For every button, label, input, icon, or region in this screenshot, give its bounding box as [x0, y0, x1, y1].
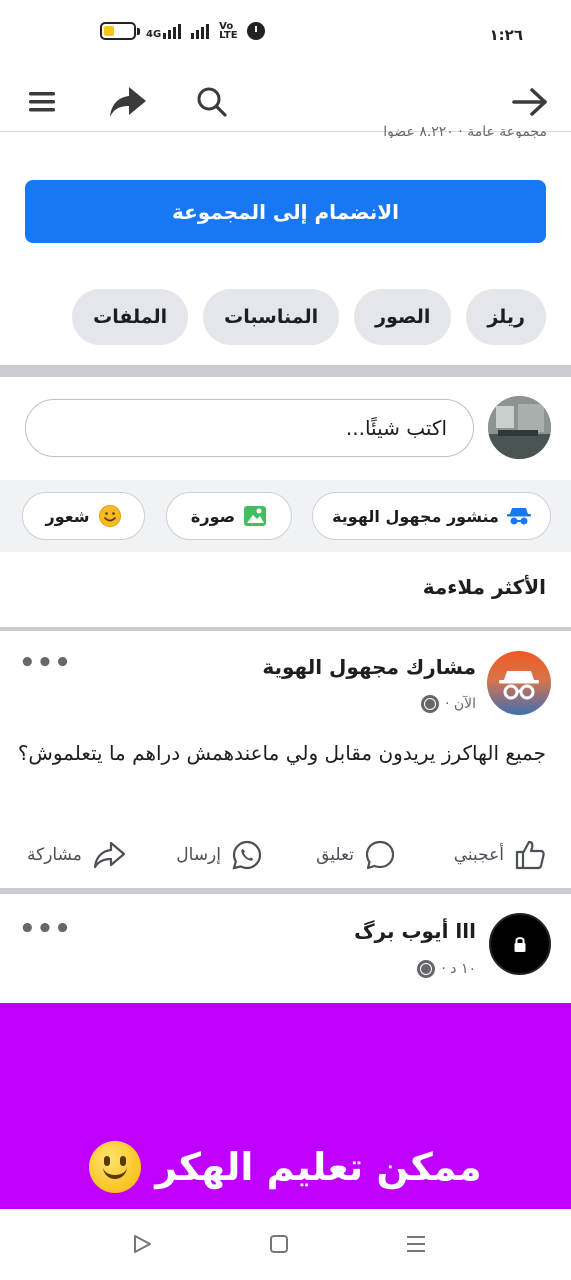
whatsapp-icon	[232, 840, 262, 870]
signal-icon	[163, 23, 182, 39]
smiley-emoji-icon	[89, 1141, 142, 1193]
post-author-2[interactable]: ااا أيوب برگ	[354, 919, 476, 943]
feeling-label: شعور	[45, 506, 90, 526]
post-divider	[0, 627, 571, 631]
composer-actions: منشور مجهول الهوية صورة شعور	[0, 480, 571, 552]
status-icons: 4G Vo LTE	[100, 21, 266, 41]
feed-section-title: الأكثر ملاءمة	[422, 575, 546, 599]
home-square-icon[interactable]	[266, 1231, 292, 1257]
post-time-2: ١٠ د ·	[441, 961, 476, 977]
join-group-button[interactable]: الانضمام إلى المجموعة	[25, 180, 546, 243]
post-divider-2	[0, 888, 571, 894]
tab-events[interactable]: المناسبات	[203, 289, 340, 345]
incognito-icon	[506, 508, 531, 525]
post-media[interactable]: ممكن تعليم الهكر	[0, 1003, 571, 1209]
globe-icon	[420, 695, 439, 713]
tab-photos[interactable]: الصور	[354, 289, 452, 345]
volte-label: Vo LTE	[219, 21, 238, 41]
anonymous-post-label: منشور مجهول الهوية	[332, 506, 499, 526]
alarm-icon	[247, 22, 266, 40]
like-button[interactable]: أعجبني	[454, 832, 546, 878]
back-arrow-icon[interactable]	[510, 82, 550, 122]
share-arrow-icon	[93, 841, 125, 869]
post-time: الآن ·	[444, 696, 476, 712]
network-type-label: 4G	[146, 29, 162, 40]
smiley-icon	[98, 505, 121, 527]
share-icon[interactable]	[108, 82, 148, 122]
search-icon[interactable]	[192, 82, 232, 122]
media-caption: ممكن تعليم الهكر	[0, 1141, 571, 1193]
author-avatar[interactable]	[489, 913, 551, 975]
group-info-clipped: مجموعة عامة · ٨.٢٢٠ عضوا	[383, 124, 547, 138]
group-tabs: ريلز الصور المناسبات الملفات	[72, 289, 546, 345]
system-nav-bar	[0, 1209, 571, 1280]
top-nav-bar	[0, 70, 571, 132]
send-label: إرسال	[176, 845, 221, 865]
share-label: مشاركة	[27, 845, 82, 865]
composer-input[interactable]: اكتب شيئًا...	[25, 399, 474, 457]
globe-icon	[417, 960, 436, 978]
media-caption-text: ممكن تعليم الهكر	[155, 1145, 482, 1189]
status-bar: 4G Vo LTE ١:٢٦	[0, 0, 571, 70]
share-button[interactable]: مشاركة	[27, 832, 126, 878]
anonymous-avatar[interactable]	[487, 651, 551, 715]
comment-icon	[365, 840, 395, 870]
like-icon	[515, 840, 545, 870]
feeling-button[interactable]: شعور	[22, 492, 145, 540]
post-author[interactable]: مشارك مجهول الهوية	[262, 655, 476, 679]
signal-icon-2	[191, 23, 210, 39]
clock: ١:٢٦	[489, 26, 523, 44]
back-triangle-icon[interactable]	[129, 1231, 155, 1257]
photo-icon	[244, 506, 267, 526]
photo-label: صورة	[190, 506, 236, 526]
anonymous-post-button[interactable]: منشور مجهول الهوية	[312, 492, 551, 540]
tab-files[interactable]: الملفات	[72, 289, 189, 345]
send-button[interactable]: إرسال	[176, 832, 263, 878]
reaction-bar: أعجبني تعليق إرسال مشاركة	[0, 832, 571, 878]
photo-button[interactable]: صورة	[166, 492, 292, 540]
recents-lines-icon[interactable]	[403, 1231, 429, 1257]
battery-icon	[100, 22, 140, 40]
post-meta-2: ١٠ د ·	[417, 960, 476, 978]
user-avatar[interactable]	[488, 396, 551, 459]
more-options-icon[interactable]: •••	[19, 650, 72, 676]
comment-label: تعليق	[316, 845, 354, 865]
more-options-icon-2[interactable]: •••	[19, 916, 72, 942]
post-meta: الآن ·	[420, 695, 476, 713]
comment-button[interactable]: تعليق	[316, 832, 396, 878]
like-label: أعجبني	[453, 845, 504, 865]
section-divider	[0, 365, 571, 377]
tab-reels[interactable]: ريلز	[466, 289, 546, 345]
menu-icon[interactable]	[22, 82, 62, 122]
post-text: جميع الهاكرز يريدون مقابل ولي ماعندهمش د…	[17, 741, 546, 765]
